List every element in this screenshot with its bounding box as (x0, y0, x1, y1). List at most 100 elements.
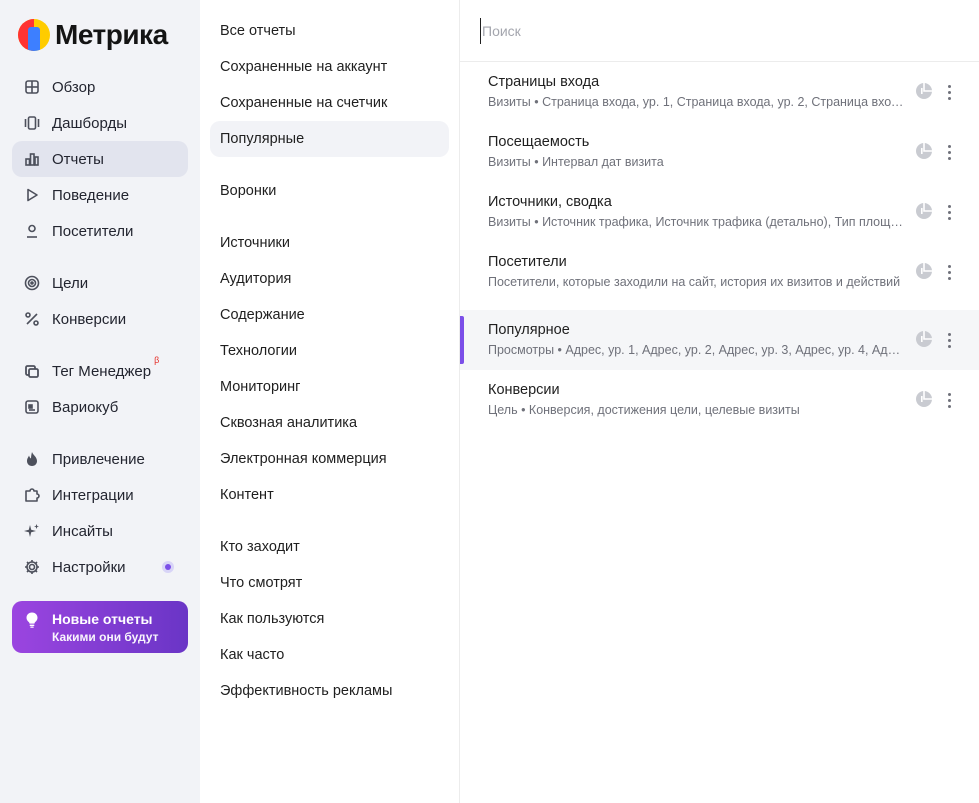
nav-item-reports[interactable]: Отчеты (12, 141, 188, 177)
pie-chart-icon[interactable] (915, 142, 933, 160)
menu-item-saved-counter[interactable]: Сохраненные на счетчик (210, 85, 449, 121)
dashboards-icon (24, 115, 40, 131)
puzzle-icon (24, 487, 40, 503)
nav-item-overview[interactable]: Обзор (12, 69, 188, 105)
nav-item-label: Отчеты (52, 150, 104, 168)
beta-badge: β (154, 355, 160, 365)
nav-item-label: Дашборды (52, 114, 127, 132)
report-row[interactable]: Конверсии Цель • Конверсия, достижения ц… (460, 370, 979, 430)
nav-item-label: Конверсии (52, 310, 127, 328)
pie-chart-icon[interactable] (915, 390, 933, 408)
menu-item-audience[interactable]: Аудитория (210, 261, 449, 297)
report-title: Популярное (488, 322, 570, 338)
menu-item-all-reports[interactable]: Все отчеты (210, 13, 449, 49)
nav-item-label: Посетители (52, 222, 134, 240)
nav-item-label: Вариокуб (52, 398, 119, 416)
menu-item-technologies[interactable]: Технологии (210, 333, 449, 369)
more-options-icon[interactable] (942, 330, 956, 350)
sparkle-icon (24, 523, 40, 539)
report-list-panel: Страницы входа Визиты • Страница входа, … (460, 0, 979, 803)
more-options-icon[interactable] (942, 262, 956, 282)
nav-item-label: Инсайты (52, 522, 113, 540)
menu-item-content-section[interactable]: Содержание (210, 297, 449, 333)
bar-chart-icon (24, 151, 40, 167)
notification-dot (162, 561, 174, 573)
pie-chart-icon[interactable] (915, 330, 933, 348)
play-icon (24, 187, 40, 203)
report-row[interactable]: Посетители Посетители, которые заходили … (460, 242, 979, 302)
nav-item-label: Цели (52, 274, 89, 292)
nav-item-tag-manager[interactable]: Тег Менеджерβ (12, 353, 188, 389)
nav-item-label: Обзор (52, 78, 96, 96)
menu-item-how-often[interactable]: Как часто (210, 637, 449, 673)
menu-item-saved-account[interactable]: Сохраненные на аккаунт (210, 49, 449, 85)
menu-item-funnels[interactable]: Воронки (210, 173, 449, 209)
main-sidebar: Метрика Обзор Дашборды Отчеты Поведение … (0, 0, 200, 803)
report-subtitle: Визиты • Страница входа, ур. 1, Страница… (488, 95, 905, 109)
report-title: Посетители (488, 254, 567, 270)
gear-icon (24, 559, 40, 575)
menu-item-end-to-end-analytics[interactable]: Сквозная аналитика (210, 405, 449, 441)
logo[interactable]: Метрика (18, 17, 168, 53)
lightbulb-icon (26, 612, 38, 628)
reports-menu: Все отчеты Сохраненные на аккаунт Сохран… (200, 0, 460, 803)
report-subtitle: Посетители, которые заходили на сайт, ис… (488, 275, 901, 289)
report-title: Источники, сводка (488, 194, 612, 210)
percent-icon (24, 311, 40, 327)
nav-item-visitors[interactable]: Посетители (12, 213, 188, 249)
target-icon (24, 275, 40, 291)
menu-item-who-visits[interactable]: Кто заходит (210, 529, 449, 565)
report-row[interactable]: Страницы входа Визиты • Страница входа, … (460, 62, 979, 122)
report-subtitle: Цель • Конверсия, достижения цели, целев… (488, 403, 800, 417)
pie-chart-icon[interactable] (915, 262, 933, 280)
nav-item-acquisition[interactable]: Привлечение (12, 441, 188, 477)
menu-item-content[interactable]: Контент (210, 477, 449, 513)
grid-icon (24, 79, 40, 95)
report-row[interactable]: Источники, сводка Визиты • Источник траф… (460, 182, 979, 242)
nav-item-insights[interactable]: Инсайты (12, 513, 188, 549)
more-options-icon[interactable] (942, 142, 956, 162)
more-options-icon[interactable] (942, 202, 956, 222)
flame-icon (24, 451, 40, 467)
app-name: Метрика (55, 19, 168, 50)
report-row[interactable]: Посещаемость Визиты • Интервал дат визит… (460, 122, 979, 182)
nav-item-label: Тег Менеджерβ (52, 355, 160, 380)
report-subtitle: Визиты • Источник трафика, Источник траф… (488, 215, 905, 229)
report-subtitle: Просмотры • Адрес, ур. 1, Адрес, ур. 2, … (488, 343, 905, 357)
nav-item-label: Настройки (52, 558, 126, 576)
more-options-icon[interactable] (942, 390, 956, 410)
more-options-icon[interactable] (942, 82, 956, 102)
menu-item-monitoring[interactable]: Мониторинг (210, 369, 449, 405)
nav-item-label: Интеграции (52, 486, 134, 504)
nav-item-integrations[interactable]: Интеграции (12, 477, 188, 513)
menu-item-how-they-use[interactable]: Как пользуются (210, 601, 449, 637)
nav-item-goals[interactable]: Цели (12, 265, 188, 301)
report-title: Страницы входа (488, 74, 600, 90)
tag-manager-icon (24, 363, 40, 379)
nav-item-conversions[interactable]: Конверсии (12, 301, 188, 337)
report-row-selected[interactable]: Популярное Просмотры • Адрес, ур. 1, Адр… (460, 310, 979, 370)
report-subtitle: Визиты • Интервал дат визита (488, 155, 664, 169)
person-icon (24, 223, 40, 239)
nav-item-label: Привлечение (52, 450, 145, 468)
variocube-icon (24, 399, 40, 415)
menu-item-popular[interactable]: Популярные (210, 121, 449, 157)
report-title: Конверсии (488, 382, 560, 398)
pie-chart-icon[interactable] (915, 82, 933, 100)
menu-item-ecommerce[interactable]: Электронная коммерция (210, 441, 449, 477)
promo-title: Новые отчеты (52, 611, 153, 627)
report-title: Посещаемость (488, 134, 590, 150)
search-bar (460, 0, 979, 62)
promo-subtitle: Какими они будут (52, 630, 159, 644)
nav-item-variocube[interactable]: Вариокуб (12, 389, 188, 425)
nav-item-behavior[interactable]: Поведение (12, 177, 188, 213)
menu-item-ad-effectiveness[interactable]: Эффективность рекламы (210, 673, 449, 709)
menu-item-sources[interactable]: Источники (210, 225, 449, 261)
nav-item-dashboards[interactable]: Дашборды (12, 105, 188, 141)
pie-chart-icon[interactable] (915, 202, 933, 220)
menu-item-what-they-view[interactable]: Что смотрят (210, 565, 449, 601)
new-reports-promo[interactable]: Новые отчеты Какими они будут (12, 601, 188, 653)
nav-item-settings[interactable]: Настройки (12, 549, 188, 585)
metrika-logo-icon (18, 19, 50, 51)
search-input[interactable] (480, 18, 940, 44)
